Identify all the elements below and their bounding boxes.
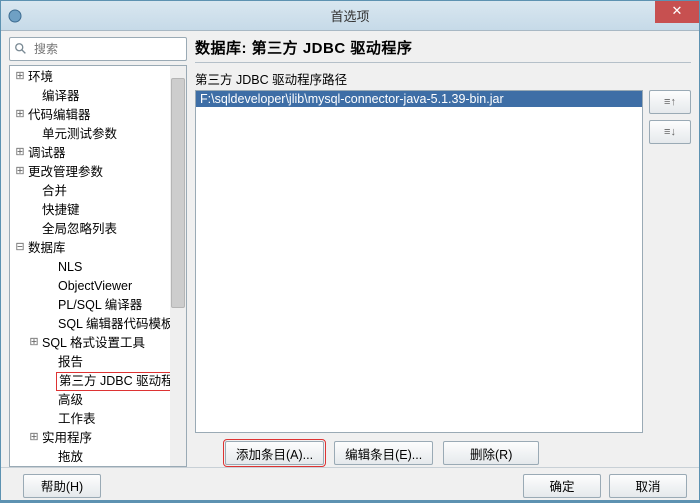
tree-item-label: SQL 编辑器代码模板: [56, 315, 176, 334]
tree-item[interactable]: ⊞更改管理参数: [10, 163, 186, 182]
expand-icon[interactable]: ⊞: [14, 68, 26, 87]
tree-item[interactable]: 第三方 JDBC 驱动程: [10, 372, 186, 391]
expand-icon[interactable]: ⊞: [14, 144, 26, 163]
search-box[interactable]: [9, 37, 187, 61]
tree-item-label: 报告: [56, 353, 85, 372]
tree-item-label: 实用程序: [40, 429, 94, 448]
tree-item-label: 第三方 JDBC 驱动程: [56, 372, 177, 391]
dialog-footer: 帮助(H) 确定 取消: [1, 467, 699, 503]
tree-item-label: 工作表: [56, 410, 98, 429]
app-icon: [7, 8, 23, 24]
tree-item-label: 拖放: [56, 448, 85, 467]
list-item[interactable]: F:\sqldeveloper\jlib\mysql-connector-jav…: [196, 91, 642, 107]
tree-item-label: 单元测试参数: [40, 125, 119, 144]
help-button[interactable]: 帮助(H): [23, 474, 101, 498]
move-up-button[interactable]: ≡↑: [649, 90, 691, 114]
category-tree[interactable]: ⊞环境编译器⊞代码编辑器单元测试参数⊞调试器⊞更改管理参数合并快捷键全局忽略列表…: [9, 65, 187, 467]
tree-item[interactable]: 单元测试参数: [10, 125, 186, 144]
tree-item-label: 数据库: [26, 239, 68, 258]
tree-item-label: 更改管理参数: [26, 163, 105, 182]
preferences-window: 首选项 ✕ ⊞环境编译器⊞代码编辑器单元测试参数⊞调试器⊞更改管理参数合并快捷键…: [0, 0, 700, 501]
tree-item[interactable]: 报告: [10, 353, 186, 372]
tree-item[interactable]: SQL 编辑器代码模板: [10, 315, 186, 334]
tree-item[interactable]: ObjectViewer: [10, 277, 186, 296]
tree-item[interactable]: ⊞环境: [10, 68, 186, 87]
collapse-icon[interactable]: ⊟: [14, 239, 26, 258]
tree-item[interactable]: 快捷键: [10, 201, 186, 220]
tree-item[interactable]: ⊞实用程序: [10, 429, 186, 448]
tree-scrollbar[interactable]: [170, 66, 186, 466]
add-entry-button[interactable]: 添加条目(A)...: [225, 441, 324, 465]
expand-icon[interactable]: ⊞: [28, 429, 40, 448]
tree-item[interactable]: 编译器: [10, 87, 186, 106]
tree-item[interactable]: 工作表: [10, 410, 186, 429]
divider: [195, 62, 691, 63]
tree-item[interactable]: PL/SQL 编译器: [10, 296, 186, 315]
delete-entry-button[interactable]: 删除(R): [443, 441, 539, 465]
close-button[interactable]: ✕: [655, 1, 699, 23]
panel-title: 数据库: 第三方 JDBC 驱动程序: [195, 37, 691, 58]
tree-item[interactable]: 拖放: [10, 448, 186, 467]
cancel-button[interactable]: 取消: [609, 474, 687, 498]
tree-item-label: ObjectViewer: [56, 277, 134, 296]
tree-item[interactable]: ⊞SQL 格式设置工具: [10, 334, 186, 353]
tree-item[interactable]: ⊟数据库: [10, 239, 186, 258]
tree-item[interactable]: NLS: [10, 258, 186, 277]
edit-entry-button[interactable]: 编辑条目(E)...: [334, 441, 433, 465]
move-down-button[interactable]: ≡↓: [649, 120, 691, 144]
tree-item-label: 快捷键: [40, 201, 82, 220]
tree-item-label: 环境: [26, 68, 55, 87]
tree-item-label: 高级: [56, 391, 85, 410]
tree-item-label: SQL 格式设置工具: [40, 334, 147, 353]
tree-item-label: 代码编辑器: [26, 106, 93, 125]
expand-icon[interactable]: ⊞: [28, 334, 40, 353]
scrollbar-thumb[interactable]: [171, 78, 185, 308]
tree-item-label: 合并: [40, 182, 69, 201]
titlebar[interactable]: 首选项 ✕: [1, 1, 699, 31]
tree-item[interactable]: ⊞调试器: [10, 144, 186, 163]
tree-item[interactable]: 合并: [10, 182, 186, 201]
tree-item[interactable]: 高级: [10, 391, 186, 410]
tree-item-label: 全局忽略列表: [40, 220, 119, 239]
driver-path-list[interactable]: F:\sqldeveloper\jlib\mysql-connector-jav…: [195, 90, 643, 433]
ok-button[interactable]: 确定: [523, 474, 601, 498]
search-icon: [14, 42, 28, 56]
panel-subtitle: 第三方 JDBC 驱动程序路径: [195, 69, 691, 88]
tree-item-label: PL/SQL 编译器: [56, 296, 144, 315]
search-input[interactable]: [32, 41, 191, 57]
expand-icon[interactable]: ⊞: [14, 106, 26, 125]
tree-item[interactable]: ⊞代码编辑器: [10, 106, 186, 125]
tree-item[interactable]: 全局忽略列表: [10, 220, 186, 239]
tree-item-label: 调试器: [26, 144, 68, 163]
window-title: 首选项: [330, 6, 369, 25]
tree-item-label: 编译器: [40, 87, 82, 106]
tree-item-label: NLS: [56, 258, 84, 277]
expand-icon[interactable]: ⊞: [14, 163, 26, 182]
